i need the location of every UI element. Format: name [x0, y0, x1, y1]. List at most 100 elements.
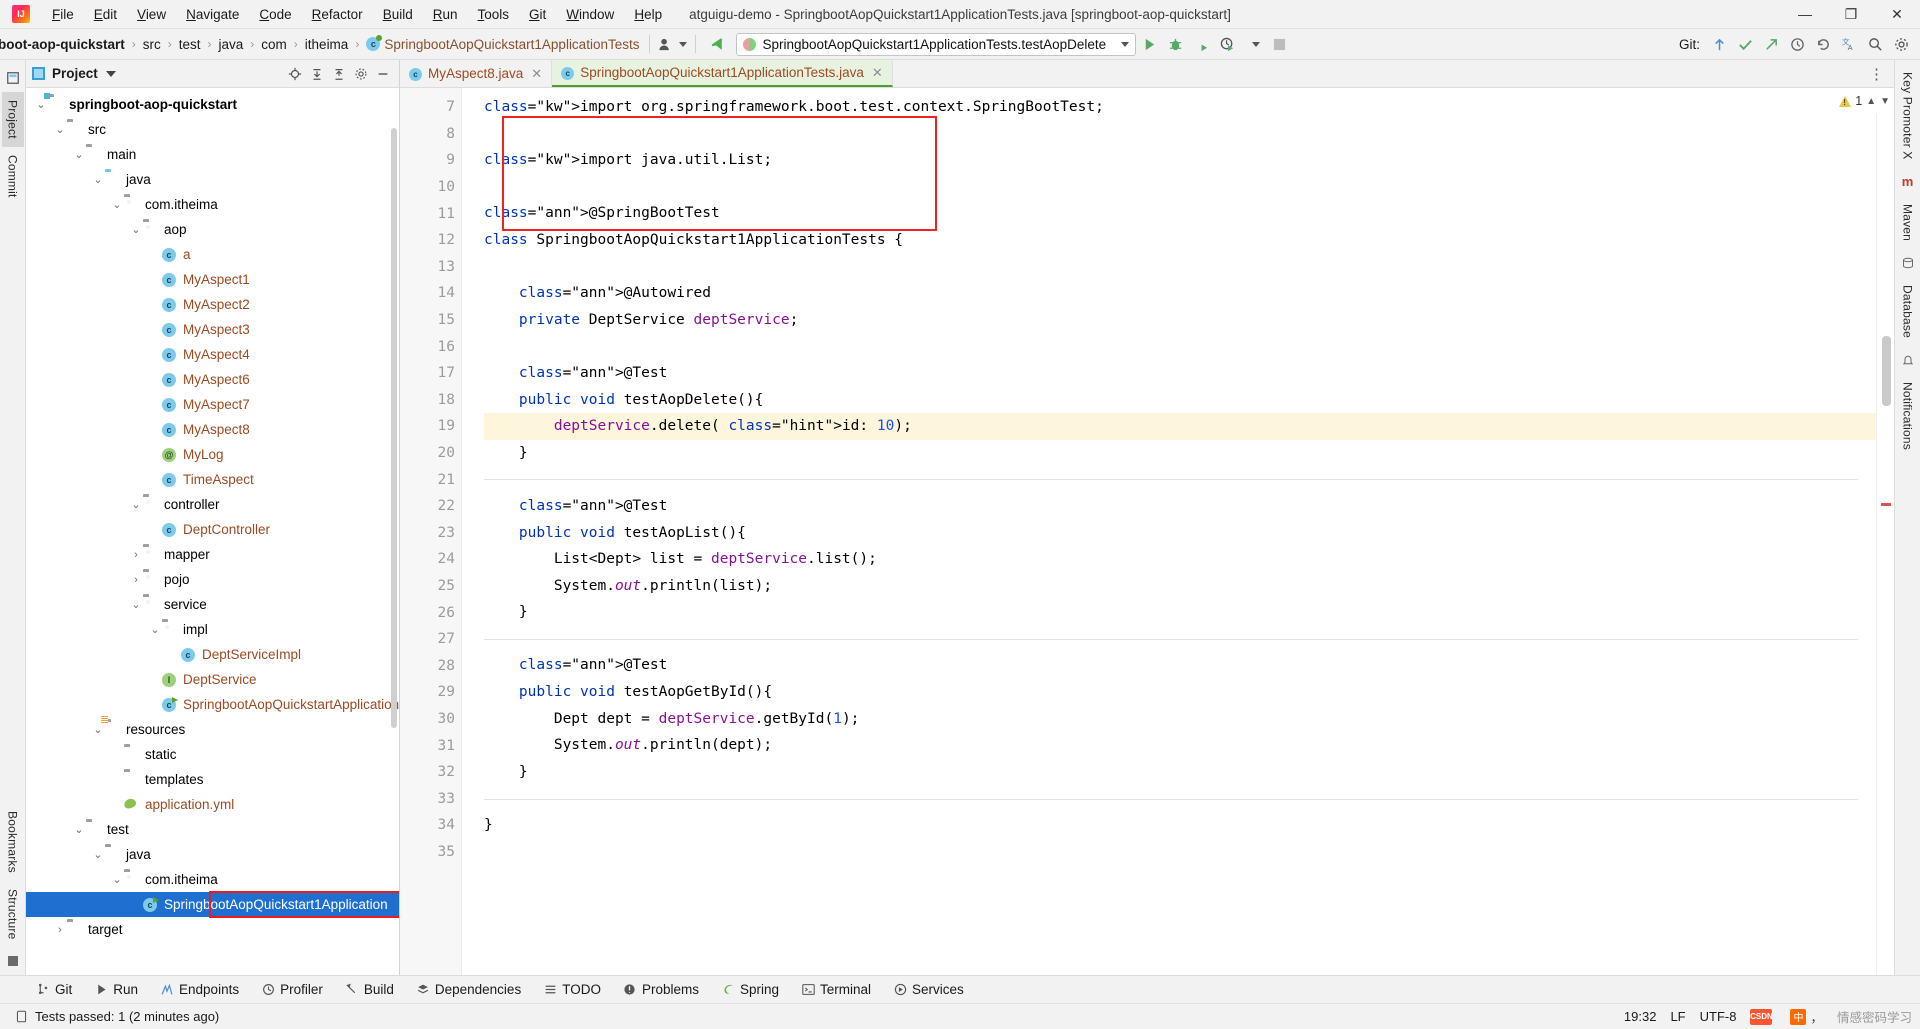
chevron-right-icon[interactable]: ›: [129, 573, 143, 587]
settings-icon[interactable]: [1888, 31, 1914, 57]
menu-build[interactable]: Build: [373, 3, 423, 26]
locate-icon[interactable]: [285, 64, 305, 84]
menu-code[interactable]: Code: [249, 3, 301, 26]
gutter-line[interactable]: 19: [400, 413, 461, 440]
tree-node[interactable]: ⌄ controller: [26, 492, 399, 517]
gutter-line[interactable]: 17: [400, 360, 461, 387]
chevron-down-icon[interactable]: ⌄: [110, 873, 124, 887]
chevron-down-icon[interactable]: ⌄: [129, 498, 143, 512]
run-button[interactable]: [1136, 31, 1162, 57]
breadcrumb-item-src[interactable]: src: [141, 37, 163, 52]
expand-all-icon[interactable]: [307, 64, 327, 84]
gutter-line[interactable]: 10: [400, 174, 461, 201]
tree-node[interactable]: ⌄ aop: [26, 217, 399, 242]
chevron-down-icon[interactable]: ⌄: [129, 598, 143, 612]
code-line[interactable]: class="ann">@SpringBootTest: [484, 200, 1876, 227]
tree-node[interactable]: ·c MyAspect6: [26, 367, 399, 392]
maximize-button[interactable]: ❐: [1828, 0, 1874, 29]
breadcrumb-item-test[interactable]: test: [177, 37, 203, 52]
gutter-line[interactable]: 21: [400, 466, 461, 493]
tree-node[interactable]: ·c MyAspect8: [26, 417, 399, 442]
gutter-line[interactable]: 32: [400, 759, 461, 786]
bottom-tab-spring[interactable]: Spring: [711, 977, 789, 1003]
tree-node[interactable]: ·c MyAspect7: [26, 392, 399, 417]
sidebar-item-commit[interactable]: Commit: [2, 147, 24, 206]
code-line[interactable]: class="ann">@Test: [484, 652, 1876, 679]
gutter-line[interactable]: 15: [400, 307, 476, 334]
error-marker[interactable]: [1881, 503, 1891, 506]
tree-node[interactable]: ⌄ com.itheima: [26, 192, 399, 217]
code-line[interactable]: class="ann">@Test: [484, 493, 1876, 520]
gutter-line[interactable]: 16: [400, 333, 461, 360]
chevron-right-icon[interactable]: ›: [53, 923, 67, 937]
profile-dropdown-icon[interactable]: [1240, 31, 1266, 57]
close-icon[interactable]: ✕: [872, 65, 883, 81]
bottom-tab-build[interactable]: Build: [335, 977, 404, 1003]
history-icon[interactable]: [1784, 31, 1810, 57]
editor-tab[interactable]: c MyAspect8.java ✕: [400, 60, 553, 87]
chevron-down-icon[interactable]: ⌄: [129, 223, 143, 237]
code-line[interactable]: class="ann">@Autowired: [484, 280, 1876, 307]
gutter-line[interactable]: 20: [400, 440, 461, 467]
gutter-line[interactable]: 31: [400, 732, 461, 759]
tree-node[interactable]: ⌄ service: [26, 592, 399, 617]
tree-node[interactable]: ·@ MyLog: [26, 442, 399, 467]
stop-button[interactable]: [1266, 31, 1292, 57]
profile-button[interactable]: [1214, 31, 1240, 57]
sidebar-item-key-promoter-x[interactable]: Key Promoter X: [1897, 64, 1919, 168]
chevron-down-icon[interactable]: ⌄: [72, 148, 86, 162]
bottom-tab-dependencies[interactable]: Dependencies: [406, 977, 531, 1003]
code-line[interactable]: [484, 333, 1876, 360]
gutter-line[interactable]: 23: [400, 520, 479, 547]
git-push-icon[interactable]: [1758, 31, 1784, 57]
tree-scrollbar[interactable]: [391, 128, 397, 728]
tree-node[interactable]: · templates: [26, 767, 399, 792]
close-icon[interactable]: ✕: [531, 66, 542, 82]
editor-tab[interactable]: c SpringbootAopQuickstart1ApplicationTest…: [552, 60, 893, 87]
bottom-tab-profiler[interactable]: Profiler: [251, 977, 333, 1003]
code-line[interactable]: public void testAopList(){: [484, 520, 1876, 547]
code-line[interactable]: [484, 174, 1876, 201]
tree-node[interactable]: ·c MyAspect2: [26, 292, 399, 317]
code-line[interactable]: [484, 839, 1876, 866]
sidebar-item-maven[interactable]: Maven: [1897, 196, 1919, 249]
menu-refactor[interactable]: Refactor: [302, 3, 373, 26]
tree-node[interactable]: · application.yml: [26, 792, 399, 817]
gutter-line[interactable]: 7: [400, 94, 461, 121]
code-line[interactable]: private DeptService deptService;: [484, 307, 1876, 334]
editor-scrollbar[interactable]: [1882, 336, 1891, 406]
code-line[interactable]: class="ann">@Test: [484, 360, 1876, 387]
translate-icon[interactable]: 文A: [1836, 31, 1862, 57]
more-tools-icon[interactable]: [5, 953, 21, 969]
menu-window[interactable]: Window: [556, 3, 624, 26]
tree-node[interactable]: ·c DeptController: [26, 517, 399, 542]
tree-node[interactable]: ·c TimeAspect: [26, 467, 399, 492]
breadcrumb-item-java[interactable]: java: [217, 37, 246, 52]
menu-tools[interactable]: Tools: [468, 3, 520, 26]
menu-run[interactable]: Run: [423, 3, 468, 26]
menu-help[interactable]: Help: [624, 3, 672, 26]
bottom-tab-problems[interactable]: Problems: [613, 977, 709, 1003]
search-icon[interactable]: [1862, 31, 1888, 57]
gutter-line[interactable]: 24: [400, 546, 461, 573]
bottom-tab-endpoints[interactable]: Endpoints: [150, 977, 249, 1003]
chevron-down-icon[interactable]: ⌄: [110, 198, 124, 212]
bottom-tab-run[interactable]: Run: [84, 977, 148, 1003]
gutter-line[interactable]: 29: [400, 679, 479, 706]
tree-node[interactable]: ·ca: [26, 242, 399, 267]
chevron-down-icon[interactable]: ⌄: [91, 723, 105, 737]
bottom-tab-terminal[interactable]: Terminal: [791, 977, 881, 1003]
breadcrumb-item-com[interactable]: com: [259, 37, 289, 52]
hide-panel-icon[interactable]: [373, 64, 393, 84]
code-line[interactable]: }: [484, 812, 1876, 839]
gutter-line[interactable]: 9: [400, 147, 461, 174]
close-button[interactable]: ✕: [1874, 0, 1920, 29]
code-line[interactable]: class="kw">import org.springframework.bo…: [484, 94, 1876, 121]
sidebar-item-bookmarks[interactable]: Bookmarks: [2, 803, 24, 881]
gutter-line[interactable]: 27: [400, 626, 461, 653]
file-encoding[interactable]: UTF-8: [1700, 1009, 1737, 1024]
tree-node[interactable]: ⌄ src: [26, 117, 399, 142]
breadcrumb-item-itheima[interactable]: itheima: [303, 37, 351, 52]
code-area[interactable]: class="kw">import org.springframework.bo…: [462, 88, 1876, 975]
tree-node[interactable]: ·c MyAspect3: [26, 317, 399, 342]
